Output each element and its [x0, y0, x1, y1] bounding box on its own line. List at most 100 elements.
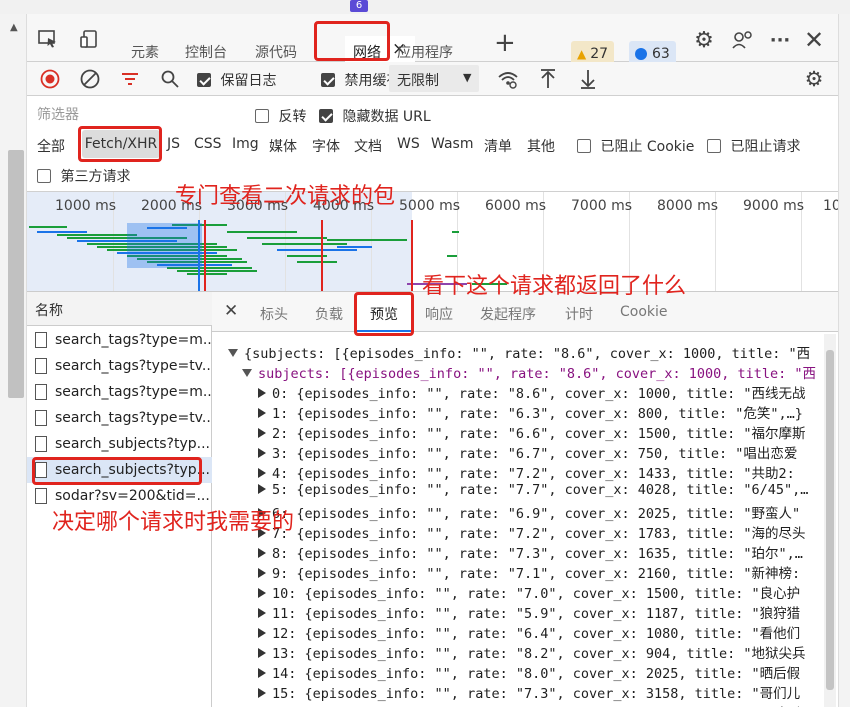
export-har-icon[interactable] [577, 68, 599, 90]
expand-triangle-icon[interactable] [258, 608, 266, 618]
filter-type-media[interactable]: 媒体 [269, 136, 297, 156]
preview-array-item[interactable]: 2: {episodes_info: "", rate: "6.6", cove… [258, 422, 806, 442]
hide-data-urls-toggle[interactable]: 隐藏数据 URL [319, 106, 431, 126]
preview-array-item[interactable]: 5: {episodes_info: "", rate: "7.7", cove… [258, 482, 808, 498]
detail-tab-headers[interactable]: 标头 [260, 304, 288, 324]
filter-type-all[interactable]: 全部 [37, 136, 65, 156]
filter-icon[interactable] [119, 68, 141, 90]
annotation-request-note: 决定哪个请求时我需要的 [52, 510, 295, 535]
preserve-log-toggle[interactable]: 保留日志 [197, 70, 276, 90]
filter-type-img[interactable]: Img [232, 136, 259, 152]
preserve-log-checkbox[interactable] [197, 73, 211, 87]
network-conditions-icon[interactable] [497, 68, 519, 90]
third-party-toggle[interactable]: 第三方请求 [37, 166, 130, 186]
blocked-requests-toggle[interactable]: 已阻止请求 [707, 136, 800, 156]
preview-array-item[interactable]: 11: {episodes_info: "", rate: "5.9", cov… [258, 602, 800, 622]
preview-scroll-thumb[interactable] [826, 350, 834, 690]
device-toolbar-icon[interactable] [79, 28, 101, 50]
name-column-header[interactable]: 名称 [27, 292, 212, 326]
expand-triangle-icon[interactable] [258, 688, 266, 698]
browser-top-strip: 6 [0, 0, 850, 14]
preview-array-item[interactable]: 6: {episodes_info: "", rate: "6.9", cove… [258, 502, 800, 522]
expand-triangle-icon[interactable] [258, 484, 266, 494]
import-har-icon[interactable] [537, 68, 559, 90]
search-icon[interactable] [159, 68, 181, 90]
preview-item-text: 10: {episodes_info: "", rate: "7.0", cov… [272, 586, 801, 602]
expand-triangle-icon[interactable] [258, 628, 266, 638]
preview-array-item[interactable]: 7: {episodes_info: "", rate: "7.2", cove… [258, 522, 806, 542]
blocked-cookies-toggle[interactable]: 已阻止 Cookie [577, 136, 694, 156]
filter-type-css[interactable]: CSS [194, 136, 222, 152]
preview-array-item[interactable]: 8: {episodes_info: "", rate: "7.3", cove… [258, 542, 803, 562]
page-scroll-thumb[interactable] [8, 150, 24, 398]
more-options-icon[interactable]: ··· [768, 28, 792, 52]
preview-array-item[interactable]: 12: {episodes_info: "", rate: "6.4", cov… [258, 622, 800, 642]
hide-data-urls-checkbox[interactable] [319, 109, 333, 123]
expand-triangle-icon[interactable] [258, 668, 266, 678]
preview-array-item[interactable]: 15: {episodes_info: "", rate: "7.3", cov… [258, 682, 800, 702]
filter-type-manifest[interactable]: 清单 [484, 136, 512, 156]
preview-array-item[interactable]: 9: {episodes_info: "", rate: "7.1", cove… [258, 562, 800, 582]
close-detail-icon[interactable]: ✕ [224, 301, 238, 321]
preview-subjects-line[interactable]: subjects: [{episodes_info: "", rate: "8.… [242, 362, 816, 382]
customize-icon[interactable] [730, 28, 754, 52]
blocked-cookies-checkbox[interactable] [577, 139, 591, 153]
scroll-up-arrow-icon[interactable]: ▲ [10, 22, 18, 33]
throttle-select[interactable]: 无限制 ▼ [389, 65, 479, 92]
tab-console[interactable]: 控制台 [185, 42, 227, 62]
detail-tab-response[interactable]: 响应 [425, 304, 453, 324]
filter-input[interactable]: 筛选器 [37, 104, 237, 126]
expand-triangle-icon[interactable] [258, 468, 266, 478]
disable-cache-checkbox[interactable] [321, 73, 335, 87]
expand-triangle-icon[interactable] [242, 369, 252, 377]
expand-triangle-icon[interactable] [258, 648, 266, 658]
clear-icon[interactable] [79, 68, 101, 90]
invert-checkbox[interactable] [255, 109, 269, 123]
detail-tab-payload[interactable]: 负载 [315, 304, 343, 324]
add-tab-icon[interactable]: + [494, 30, 516, 56]
tab-sources[interactable]: 源代码 [255, 42, 297, 62]
filter-type-font[interactable]: 字体 [312, 136, 340, 156]
inspect-element-icon[interactable] [37, 28, 59, 50]
request-row[interactable]: search_tags?type=tv... [27, 405, 212, 431]
preview-array-item[interactable]: 10: {episodes_info: "", rate: "7.0", cov… [258, 582, 800, 602]
preview-array-item[interactable]: 1: {episodes_info: "", rate: "6.3", cove… [258, 402, 803, 422]
request-row[interactable]: search_subjects?typ... [27, 431, 212, 457]
request-row[interactable]: search_tags?type=m... [27, 327, 212, 353]
tab-application[interactable]: 应用程序 [397, 42, 453, 62]
expand-triangle-icon[interactable] [258, 568, 266, 578]
third-party-checkbox[interactable] [37, 169, 51, 183]
expand-triangle-icon[interactable] [228, 349, 238, 357]
record-icon[interactable] [39, 68, 61, 90]
tab-elements[interactable]: 元素 [131, 42, 159, 62]
preview-array-item[interactable]: 14: {episodes_info: "", rate: "8.0", cov… [258, 662, 800, 682]
expand-triangle-icon[interactable] [258, 428, 266, 438]
filter-type-wasm[interactable]: Wasm [431, 136, 473, 152]
blocked-requests-checkbox[interactable] [707, 139, 721, 153]
settings-gear-icon[interactable]: ⚙ [692, 28, 716, 53]
invert-toggle[interactable]: 反转 [255, 106, 306, 126]
detail-tab-cookies[interactable]: Cookie [620, 304, 668, 320]
expand-triangle-icon[interactable] [258, 388, 266, 398]
detail-tab-initiator[interactable]: 发起程序 [480, 304, 536, 324]
filter-type-other[interactable]: 其他 [527, 136, 555, 156]
detail-tab-timing[interactable]: 计时 [565, 304, 593, 324]
preview-root-line[interactable]: {subjects: [{episodes_info: "", rate: "8… [228, 342, 810, 362]
expand-triangle-icon[interactable] [258, 588, 266, 598]
file-icon [35, 332, 47, 348]
filter-type-js[interactable]: JS [167, 136, 180, 152]
expand-triangle-icon[interactable] [258, 408, 266, 418]
filter-type-doc[interactable]: 文档 [354, 136, 382, 156]
expand-triangle-icon[interactable] [258, 448, 266, 458]
filter-type-ws[interactable]: WS [397, 136, 420, 152]
network-settings-gear-icon[interactable]: ⚙ [802, 67, 826, 91]
expand-triangle-icon[interactable] [258, 548, 266, 558]
preview-array-item[interactable]: 16: {episodes_info: "", rate: "7.0", cov… [258, 702, 800, 707]
preview-array-item[interactable]: 13: {episodes_info: "", rate: "8.2", cov… [258, 642, 806, 662]
request-row[interactable]: search_tags?type=m... [27, 379, 212, 405]
preview-array-item[interactable]: 0: {episodes_info: "", rate: "8.6", cove… [258, 382, 806, 402]
preview-array-item[interactable]: 3: {episodes_info: "", rate: "6.7", cove… [258, 442, 797, 462]
close-devtools-icon[interactable]: ✕ [802, 26, 826, 54]
request-row[interactable]: search_tags?type=tv... [27, 353, 212, 379]
preview-array-item[interactable]: 4: {episodes_info: "", rate: "7.2", cove… [258, 462, 795, 482]
